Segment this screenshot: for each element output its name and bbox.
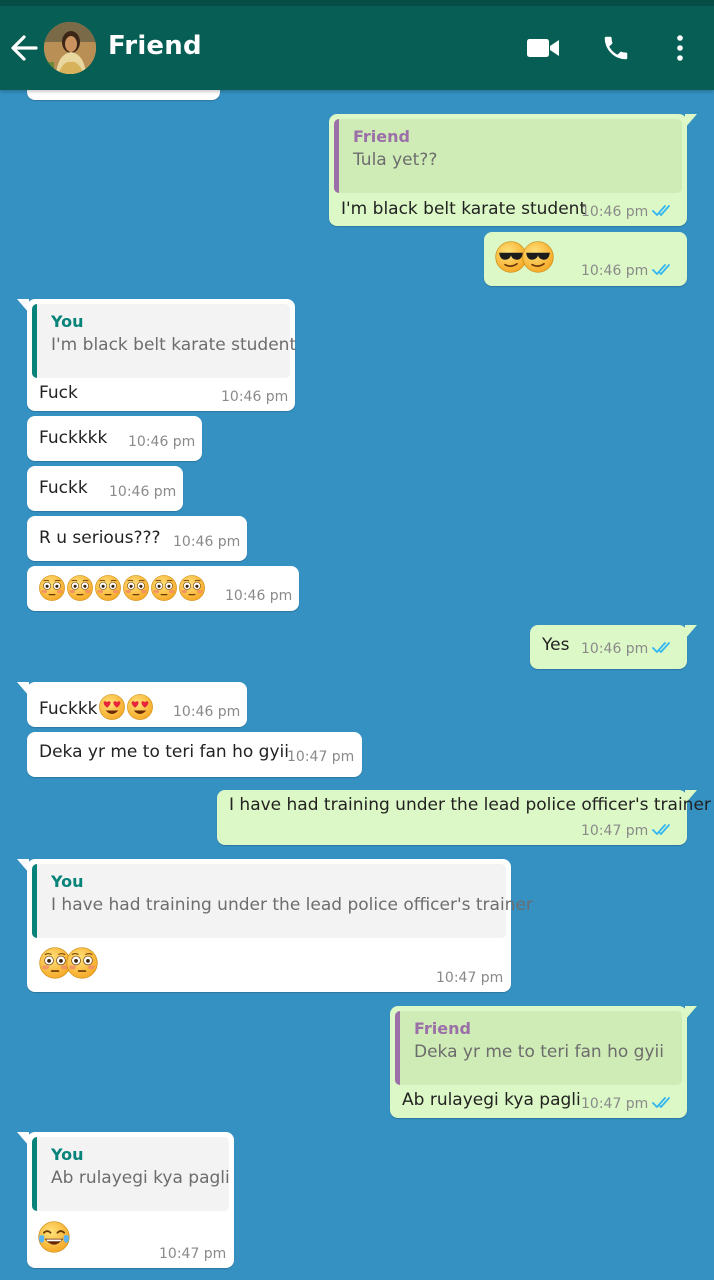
message-bubble-incoming[interactable]: R u serious??? 10:46 pm: [27, 516, 247, 561]
read-receipt-icon: [652, 263, 678, 277]
message-text: I'm black belt karate student: [341, 199, 587, 219]
message-text: Fuckkkk: [39, 428, 108, 448]
message-text: Fuckkk: [39, 693, 154, 721]
emoji-row: [494, 240, 548, 274]
quoted-text: I have had training under the lead polic…: [51, 895, 533, 915]
video-call-icon[interactable]: [522, 30, 564, 66]
flushed-face-icon: [150, 574, 178, 602]
avatar[interactable]: [44, 22, 96, 74]
message-time: 10:46 pm: [128, 434, 196, 450]
quoted-text: Tula yet??: [353, 150, 438, 170]
read-receipt-icon: [652, 641, 678, 655]
flushed-face-icon: [66, 574, 94, 602]
message-text: Fuck: [39, 383, 78, 403]
flushed-face-icon: [65, 946, 99, 980]
message-time: 10:46 pm: [581, 641, 649, 657]
emoji-row: [38, 946, 92, 980]
message-text-part: Fuckkk: [39, 699, 98, 719]
message-time: 10:46 pm: [173, 534, 241, 550]
quoted-text: Deka yr me to teri fan ho gyii: [414, 1042, 664, 1062]
message-time: 10:46 pm: [225, 588, 293, 604]
heart-eyes-icon: [126, 693, 154, 721]
message-text: I have had training under the lead polic…: [229, 795, 711, 815]
phone-icon[interactable]: [596, 30, 636, 66]
message-time: 10:46 pm: [581, 204, 649, 220]
message-bubble-incoming[interactable]: You I have had training under the lead p…: [17, 859, 533, 992]
more-vert-icon[interactable]: [664, 30, 696, 66]
message-bubble-incoming[interactable]: 10:46 pm: [27, 566, 299, 611]
message-bubble-outgoing[interactable]: I have had training under the lead polic…: [217, 790, 711, 845]
read-receipt-icon: [652, 823, 678, 837]
message-time: 10:47 pm: [581, 1096, 649, 1112]
message-time: 10:47 pm: [581, 823, 649, 839]
read-receipt-icon: [652, 1096, 678, 1110]
quoted-reply[interactable]: You I have had training under the lead p…: [32, 864, 533, 938]
quoted-sender: You: [51, 872, 84, 891]
flushed-face-icon: [122, 574, 150, 602]
message-text: Ab rulayegi kya pagli: [402, 1090, 581, 1110]
quoted-reply[interactable]: Friend Deka yr me to teri fan ho gyii: [395, 1011, 682, 1085]
quoted-sender: You: [51, 1145, 84, 1164]
message-time: 10:46 pm: [173, 704, 241, 720]
message-bubble-outgoing[interactable]: 10:46 pm: [484, 232, 687, 286]
message-time: 10:47 pm: [287, 749, 355, 765]
message-time: 10:47 pm: [436, 970, 504, 986]
message-text: Deka yr me to teri fan ho gyii: [39, 742, 289, 762]
quoted-reply[interactable]: You I'm black belt karate student: [32, 304, 297, 378]
message-text: R u serious???: [39, 528, 161, 548]
chat-area[interactable]: Friend Tula yet?? I'm black belt karate …: [0, 0, 714, 1280]
quoted-sender: Friend: [414, 1019, 471, 1038]
emoji-row: [38, 574, 206, 602]
message-bubble-incoming[interactable]: You Ab rulayegi kya pagli 10:47 pm: [17, 1132, 234, 1268]
face-with-tears-of-joy-icon: [37, 1220, 71, 1254]
quoted-text: Ab rulayegi kya pagli: [51, 1168, 230, 1188]
message-bubble-incoming[interactable]: You I'm black belt karate student Fuck 1…: [17, 299, 297, 411]
flushed-face-icon: [178, 574, 206, 602]
smiling-face-with-sunglasses-icon: [521, 240, 555, 274]
quoted-reply[interactable]: Friend Tula yet??: [334, 119, 682, 193]
message-bubble-outgoing[interactable]: Friend Tula yet?? I'm black belt karate …: [329, 114, 697, 226]
back-arrow-icon[interactable]: [8, 30, 40, 66]
read-receipt-icon: [652, 204, 678, 218]
chat-header: Friend: [0, 6, 714, 90]
quoted-text: I'm black belt karate student: [51, 335, 297, 355]
message-bubble-incoming[interactable]: Fuckk 10:46 pm: [27, 466, 183, 511]
quoted-sender: You: [51, 312, 84, 331]
message-time: 10:46 pm: [109, 484, 177, 500]
message-time: 10:47 pm: [159, 1246, 227, 1262]
message-bubble-outgoing[interactable]: Friend Deka yr me to teri fan ho gyii Ab…: [390, 1006, 697, 1118]
message-bubble-incoming[interactable]: Deka yr me to teri fan ho gyii 10:47 pm: [27, 732, 362, 777]
quoted-reply[interactable]: You Ab rulayegi kya pagli: [32, 1137, 230, 1211]
message-bubble-incoming[interactable]: Fuckkk 10:46 pm: [17, 682, 247, 727]
flushed-face-icon: [94, 574, 122, 602]
message-time: 10:46 pm: [581, 263, 649, 279]
message-time: 10:46 pm: [221, 389, 289, 405]
flushed-face-icon: [38, 574, 66, 602]
message-text: Yes: [542, 635, 570, 655]
quoted-sender: Friend: [353, 127, 410, 146]
message-bubble-incoming[interactable]: Fuckkkk 10:46 pm: [27, 416, 202, 461]
contact-name[interactable]: Friend: [108, 31, 202, 61]
emoji-row: [37, 1220, 64, 1254]
heart-eyes-icon: [98, 693, 126, 721]
message-bubble-outgoing[interactable]: Yes 10:46 pm: [530, 625, 697, 669]
message-text: Fuckk: [39, 478, 88, 498]
